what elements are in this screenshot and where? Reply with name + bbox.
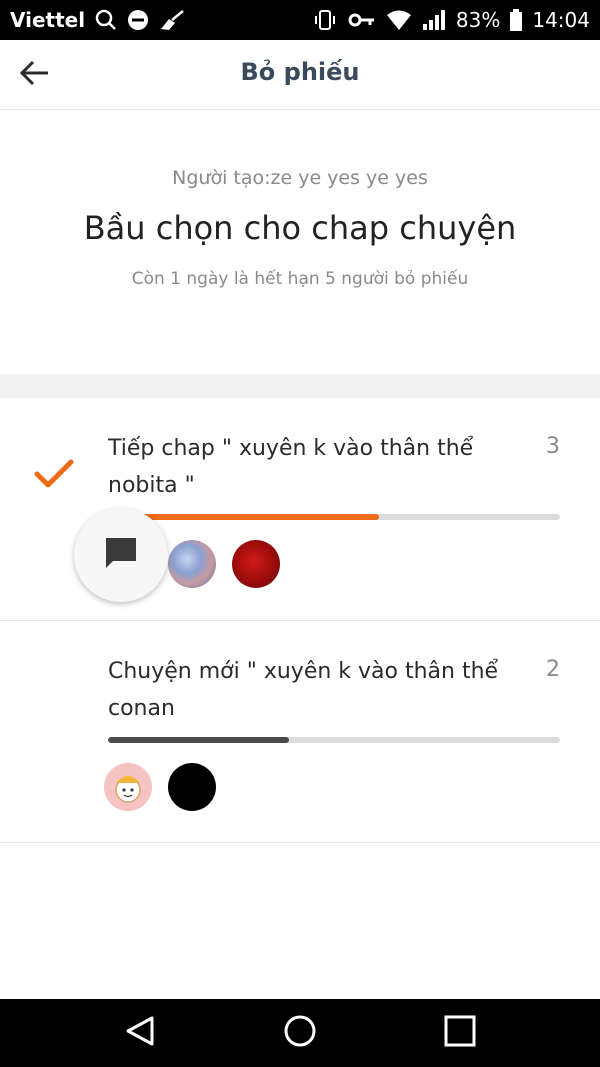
vote-progress-fill xyxy=(108,737,289,743)
option-label: Tiếp chap " xuyên k vào thân thể nobita … xyxy=(108,436,474,498)
wifi-icon xyxy=(386,9,412,31)
navigation-bar xyxy=(0,999,600,1067)
poll-meta: Còn 1 ngày là hết hạn 5 người bỏ phiếu xyxy=(131,269,469,289)
nav-recents-button[interactable] xyxy=(430,1003,490,1063)
section-divider xyxy=(0,374,600,398)
poll-creator: Người tạo:ze ye yes ye yes xyxy=(172,167,428,189)
poll-header: Người tạo:ze ye yes ye yes Bầu chọn cho … xyxy=(0,111,600,374)
battery-level: 83% xyxy=(455,8,501,32)
circle-home-icon xyxy=(283,1014,317,1052)
comment-button[interactable] xyxy=(74,508,168,602)
avatar[interactable] xyxy=(232,540,280,588)
poll-title: Bầu chọn cho chap chuyện xyxy=(83,209,517,247)
app-bar: Bỏ phiếu xyxy=(0,40,600,110)
clock: 14:04 xyxy=(532,8,590,32)
vote-count: 2 xyxy=(546,657,560,682)
vote-count: 3 xyxy=(546,434,560,459)
poll-option-2[interactable]: Chuyện mới " xuyên k vào thân thể conan … xyxy=(0,621,600,843)
avatar[interactable] xyxy=(168,540,216,588)
nav-back-button[interactable] xyxy=(110,1003,170,1063)
triangle-back-icon xyxy=(125,1015,155,1051)
vote-progress-bar xyxy=(108,514,560,520)
broom-icon xyxy=(159,9,185,31)
signal-icon xyxy=(422,9,446,31)
option-label: Chuyện mới " xuyên k vào thân thể conan xyxy=(108,659,499,721)
status-bar: Viettel 83% 14:04 xyxy=(0,0,600,40)
square-recents-icon xyxy=(443,1014,477,1052)
status-right: 83% 14:04 xyxy=(312,8,590,32)
avatar[interactable] xyxy=(104,763,152,811)
battery-icon xyxy=(510,9,523,31)
comment-icon xyxy=(103,535,139,575)
status-left: Viettel xyxy=(10,8,185,32)
vote-progress-bar xyxy=(108,737,560,743)
cartoon-avatar-icon xyxy=(104,763,152,811)
carrier-name: Viettel xyxy=(10,8,86,32)
key-icon xyxy=(348,9,376,31)
avatar[interactable] xyxy=(168,763,216,811)
vibrate-icon xyxy=(312,9,338,31)
page-title: Bỏ phiếu xyxy=(240,58,360,86)
nav-home-button[interactable] xyxy=(270,1003,330,1063)
do-not-disturb-icon xyxy=(127,9,149,31)
search-icon xyxy=(95,9,117,31)
check-icon xyxy=(33,456,75,492)
